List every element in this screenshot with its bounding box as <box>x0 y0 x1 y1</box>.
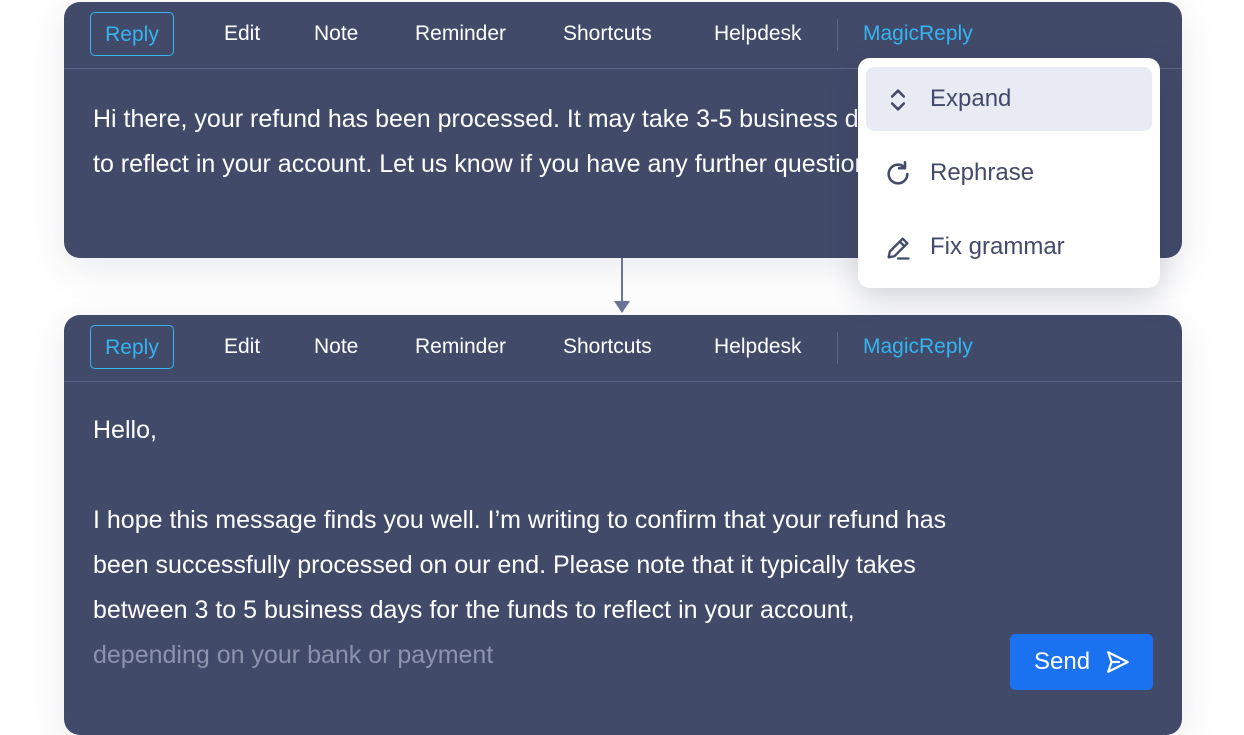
menu-item-label: Rephrase <box>930 159 1035 186</box>
tab-shortcuts[interactable]: Shortcuts <box>563 325 652 369</box>
reply-editor-expanded: Reply Edit Note Reminder Shortcuts Helpd… <box>64 315 1182 735</box>
message-greeting: Hello, <box>93 416 157 444</box>
refresh-icon <box>887 161 909 185</box>
tab-helpdesk[interactable]: Helpdesk <box>714 325 802 369</box>
magicreply-button[interactable]: MagicReply <box>863 12 973 56</box>
menu-item-fix-grammar[interactable]: Fix grammar <box>866 215 1152 279</box>
connector-line <box>621 258 623 304</box>
magicreply-menu: Expand Rephrase Fix grammar <box>858 58 1160 288</box>
tab-reply[interactable]: Reply <box>90 12 174 56</box>
tab-reminder[interactable]: Reminder <box>415 325 506 369</box>
send-button[interactable]: Send <box>1010 634 1153 690</box>
message-generating-text: depending on your bank or payment <box>93 641 494 669</box>
tab-reminder[interactable]: Reminder <box>415 12 506 56</box>
tab-note[interactable]: Note <box>314 325 358 369</box>
tab-edit[interactable]: Edit <box>224 325 260 369</box>
expand-icon <box>890 89 906 111</box>
tab-reply[interactable]: Reply <box>90 325 174 369</box>
menu-item-rephrase[interactable]: Rephrase <box>866 141 1152 205</box>
magicreply-button[interactable]: MagicReply <box>863 325 973 369</box>
toolbar-divider <box>837 19 838 51</box>
message-text[interactable]: Hello, I hope this message finds you wel… <box>93 408 973 678</box>
send-label: Send <box>1034 648 1091 675</box>
message-body: I hope this message finds you well. I’m … <box>93 506 947 624</box>
tab-note[interactable]: Note <box>314 12 358 56</box>
tab-edit[interactable]: Edit <box>224 12 260 56</box>
pencil-icon <box>887 237 910 260</box>
menu-item-expand[interactable]: Expand <box>866 67 1152 131</box>
send-icon <box>1107 651 1129 673</box>
menu-item-label: Expand <box>930 85 1012 112</box>
tab-shortcuts[interactable]: Shortcuts <box>563 12 652 56</box>
arrow-down-icon <box>614 301 630 313</box>
tab-helpdesk[interactable]: Helpdesk <box>714 12 802 56</box>
message-text[interactable]: Hi there, your refund has been processed… <box>93 97 903 187</box>
menu-item-label: Fix grammar <box>930 233 1065 260</box>
editor-toolbar: Reply Edit Note Reminder Shortcuts Helpd… <box>64 315 1182 382</box>
toolbar-divider <box>837 332 838 364</box>
